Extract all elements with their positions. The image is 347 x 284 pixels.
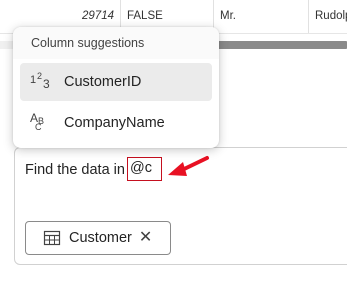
mention-token[interactable]: @c xyxy=(127,157,162,181)
suggestion-label: CompanyName xyxy=(64,115,165,131)
column-suggestions-popup: Column suggestions 123 CustomerID ABC Co… xyxy=(13,27,219,148)
cell-title: Mr. xyxy=(213,0,308,33)
close-icon[interactable]: ✕ xyxy=(139,230,152,246)
red-arrow-annotation xyxy=(168,156,209,176)
popup-header: Column suggestions xyxy=(13,27,219,59)
cell-name: Rudolph xyxy=(308,0,347,33)
number-type-icon: 123 xyxy=(30,71,50,91)
customer-table-chip[interactable]: Customer ✕ xyxy=(25,221,171,255)
chip-label: Customer xyxy=(69,230,132,246)
suggestion-companyname[interactable]: ABC CompanyName xyxy=(20,104,212,142)
horizontal-scrollbar-thumb[interactable] xyxy=(215,41,347,49)
popup-title: Column suggestions xyxy=(31,36,145,50)
prompt-text: Find the data in xyxy=(25,162,125,178)
table-icon xyxy=(43,230,61,246)
text-type-icon: ABC xyxy=(30,111,45,132)
suggestion-customerid[interactable]: 123 CustomerID xyxy=(20,63,212,101)
suggestion-label: CustomerID xyxy=(64,74,142,90)
